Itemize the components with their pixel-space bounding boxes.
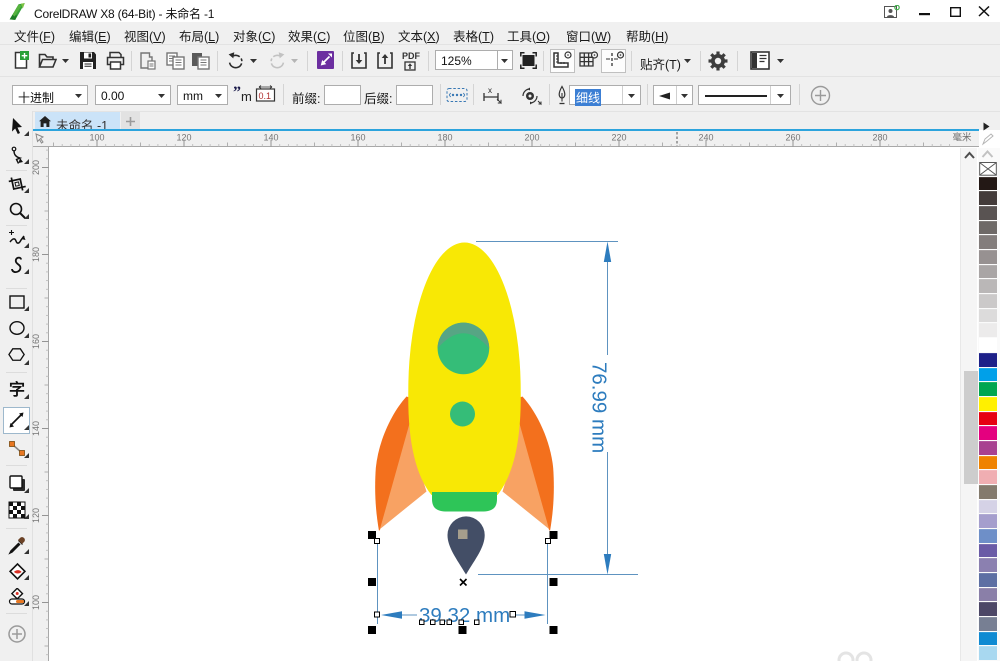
svg-text:PDF: PDF <box>402 51 420 61</box>
svg-text:字: 字 <box>9 380 25 399</box>
svg-text:”: ” <box>233 85 241 101</box>
svg-text:0.1: 0.1 <box>259 91 272 101</box>
svg-text:x: x <box>488 86 492 95</box>
svg-text:m: m <box>241 89 252 104</box>
